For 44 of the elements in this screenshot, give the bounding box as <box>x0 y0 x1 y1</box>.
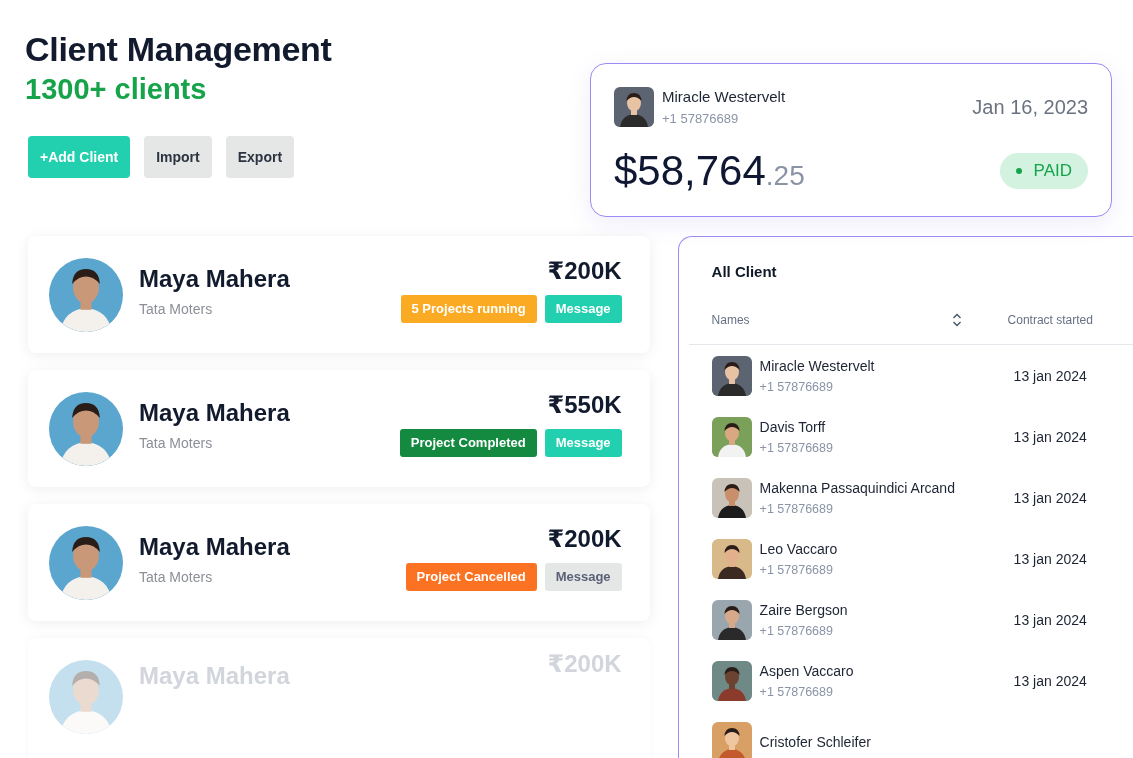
table-title: All Client <box>710 262 778 280</box>
table-cell-text: +1 57876689 <box>759 379 834 394</box>
client-count: 1300+ clients <box>25 73 208 106</box>
table-cell: 13 jan 2024 <box>1013 611 1087 628</box>
client-phone: +1 57876689 <box>662 111 740 126</box>
table-cell: 13 jan 2024 <box>1013 672 1087 689</box>
table-cell-text: Davis Torff <box>759 418 827 435</box>
deal-amount: ₹200K <box>547 524 622 553</box>
table-cell: 13 jan 2024 <box>1013 367 1087 384</box>
table-cell-text: Leo Vaccaro <box>759 540 839 557</box>
header-button[interactable]: Import <box>144 136 212 178</box>
client-name: Miracle Westervelt <box>662 88 787 105</box>
table-cell: 13 jan 2024 <box>1013 550 1087 567</box>
project-status-badge: 5 Projects running <box>400 294 537 323</box>
company-name: Tata Moters <box>139 434 214 451</box>
client-name: Maya Mahera <box>139 532 291 561</box>
status-badge: PAID <box>999 153 1088 189</box>
table-cell: 13 jan 2024 <box>1013 489 1087 506</box>
client-name: Maya Mahera <box>139 398 291 427</box>
invoice-date: Jan 16, 2023 <box>972 95 1088 119</box>
table-cell-text: +1 57876689 <box>759 440 834 455</box>
project-status-badge: Project Cancelled <box>405 562 537 591</box>
table-cell-text: +1 57876689 <box>759 501 834 516</box>
table-cell-text: Aspen Vaccaro <box>759 662 855 679</box>
company-name: Tata Moters <box>139 300 214 317</box>
table-cell-text: Makenna Passaquindici Arcand <box>759 479 956 496</box>
column-header[interactable]: Contract started <box>1007 313 1093 327</box>
column-header[interactable]: Names <box>711 313 952 327</box>
deal-amount: ₹200K <box>547 256 622 285</box>
deal-amount: ₹550K <box>547 390 622 419</box>
table-cell-text: +1 57876689 <box>759 684 834 699</box>
table-cell: 13 jan 2024 <box>1013 428 1087 445</box>
header-button[interactable]: Export <box>225 136 295 178</box>
table-cell-text: +1 57876689 <box>759 623 834 638</box>
table-cell-text: +1 57876689 <box>759 562 834 577</box>
page-title: Client Management <box>25 30 333 69</box>
table-cell-text: Miracle Westervelt <box>759 357 876 374</box>
sort-icon[interactable] <box>951 313 962 327</box>
table-cell-text: Cristofer Schleifer <box>759 733 872 750</box>
table-cell-text: Zaire Bergson <box>759 601 849 618</box>
company-name: Tata Moters <box>139 568 214 585</box>
invoice-amount: $58,764.25 <box>614 147 805 195</box>
client-name: Maya Mahera <box>139 264 291 293</box>
project-status-badge: Project Completed <box>399 428 537 457</box>
